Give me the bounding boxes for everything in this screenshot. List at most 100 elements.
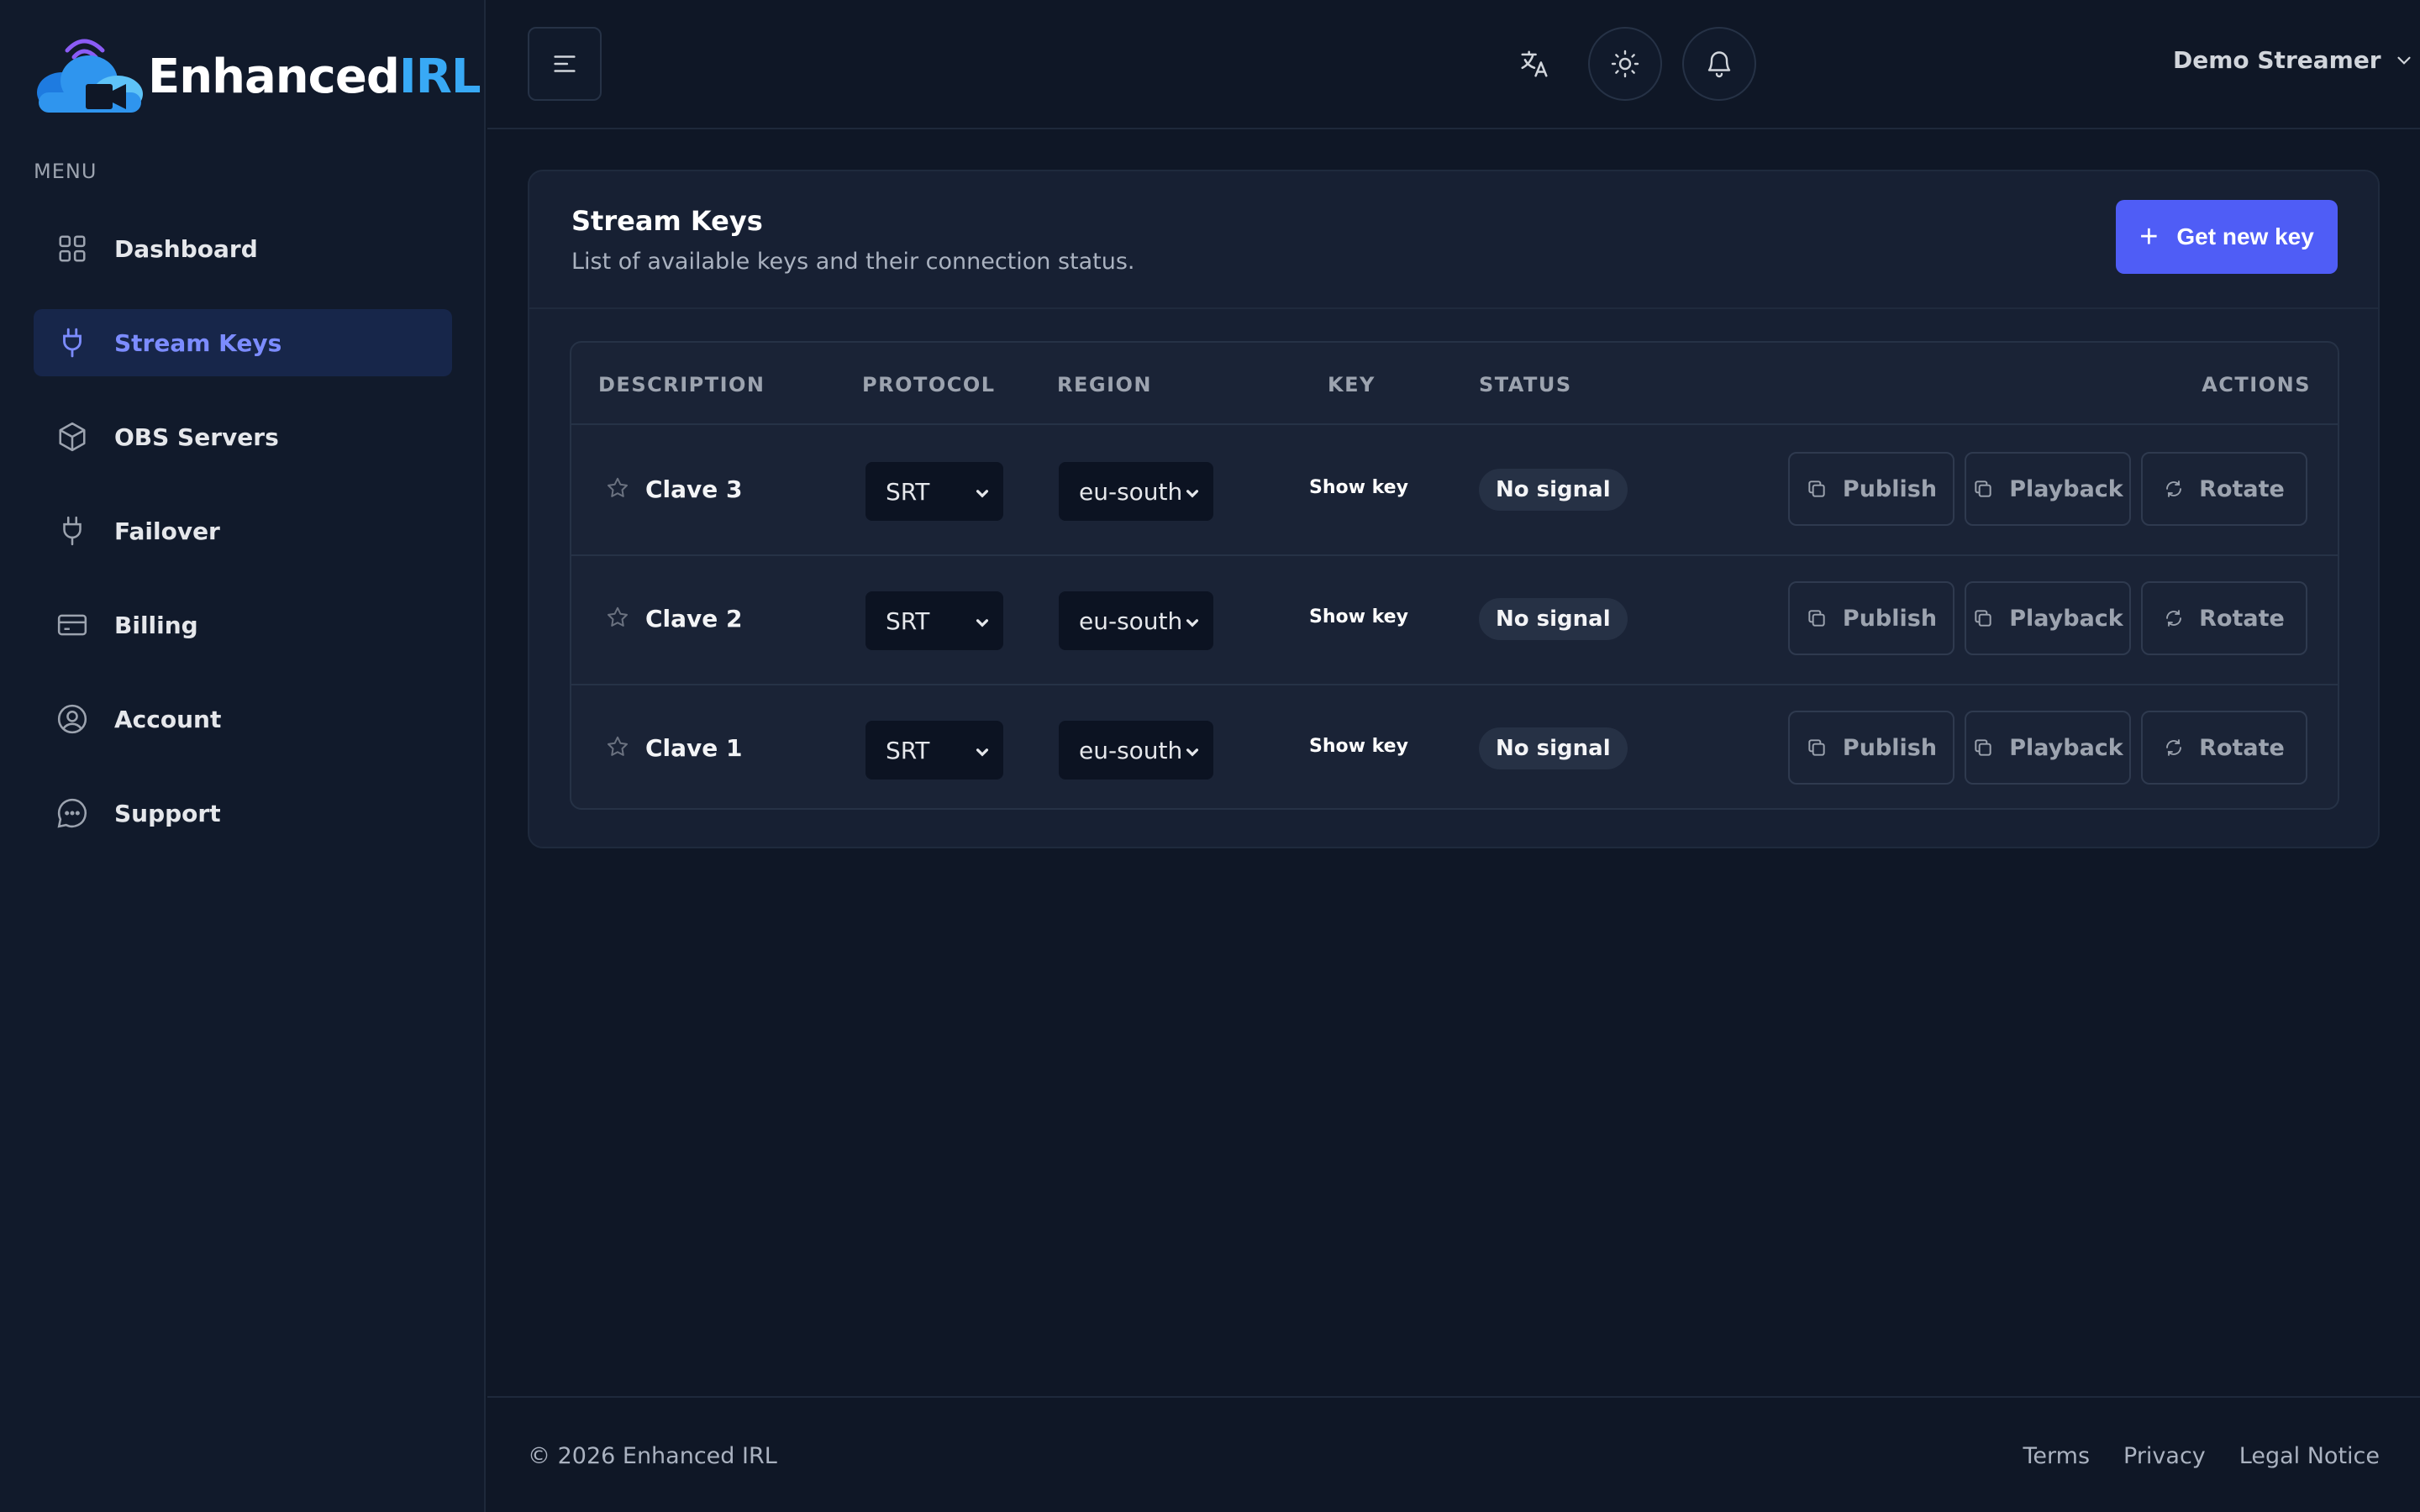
footer-link-legal-notice[interactable]: Legal Notice (2239, 1443, 2380, 1469)
stream-keys-card: Stream Keys List of available keys and t… (528, 170, 2380, 848)
plug-icon (55, 326, 89, 360)
footer-link-privacy[interactable]: Privacy (2123, 1443, 2206, 1469)
copy-icon (1975, 610, 1991, 627)
page-subtitle: List of available keys and their connect… (571, 249, 1135, 275)
refresh-icon (2166, 610, 2182, 627)
copy-icon (1808, 739, 1825, 756)
theme-toggle-button[interactable] (1588, 27, 1662, 101)
playback-label: Playback (2009, 475, 2123, 502)
playback-button[interactable]: Playback (1965, 581, 2131, 655)
show-key-button[interactable]: Show key (1309, 736, 1408, 757)
region-select[interactable]: eu-south (1059, 462, 1213, 521)
publish-button[interactable]: Publish (1788, 452, 1954, 526)
plus-icon: + (2139, 219, 2159, 255)
sidebar-item-support[interactable]: Support (34, 780, 452, 847)
publish-label: Publish (1842, 605, 1938, 632)
box-icon (55, 420, 89, 454)
chevron-down-icon (976, 619, 989, 627)
user-name: Demo Streamer (2173, 46, 2381, 74)
sidebar: EnhancedIRL MENU Dashboard Stream Keys O… (0, 0, 486, 1512)
credit-card-icon (55, 608, 89, 642)
playback-button[interactable]: Playback (1965, 711, 2131, 785)
sidebar-item-billing[interactable]: Billing (34, 591, 452, 659)
sidebar-item-stream-keys[interactable]: Stream Keys (34, 309, 452, 376)
region-value: eu-south (1079, 477, 1183, 506)
brand-logo[interactable]: EnhancedIRL (34, 25, 481, 118)
sidebar-item-label: OBS Servers (114, 423, 279, 451)
sidebar-nav: Dashboard Stream Keys OBS Servers Failov… (34, 215, 452, 874)
rotate-button[interactable]: Rotate (2141, 711, 2307, 785)
table-row: Clave 1 SRT eu-south Show key No signal … (571, 685, 2338, 808)
plug-icon (55, 514, 89, 548)
star-icon[interactable] (605, 734, 630, 759)
show-key-button[interactable]: Show key (1309, 606, 1408, 627)
rotate-label: Rotate (2199, 475, 2285, 502)
sidebar-item-failover[interactable]: Failover (34, 497, 452, 564)
refresh-icon (2166, 480, 2182, 497)
chevron-down-icon (976, 490, 989, 498)
user-circle-icon (55, 702, 89, 736)
get-new-key-button[interactable]: + Get new key (2116, 200, 2338, 274)
playback-button[interactable]: Playback (1965, 452, 2131, 526)
star-icon[interactable] (605, 605, 630, 630)
protocol-select[interactable]: SRT (865, 462, 1003, 521)
column-header-protocol: PROTOCOL (862, 373, 996, 396)
notifications-button[interactable] (1682, 27, 1756, 101)
footer-links: Terms Privacy Legal Notice (1990, 1443, 2381, 1469)
page-footer: © 2026 Enhanced IRL Terms Privacy Legal … (487, 1396, 2420, 1512)
key-description: Clave 2 (645, 605, 743, 633)
rotate-button[interactable]: Rotate (2141, 452, 2307, 526)
brand-name: EnhancedIRL (148, 49, 481, 104)
publish-label: Publish (1842, 475, 1938, 502)
copy-icon (1808, 610, 1825, 627)
table-row: Clave 3 SRT eu-south Show key No signal … (571, 427, 2338, 556)
region-select[interactable]: eu-south (1059, 591, 1213, 650)
column-header-status: STATUS (1479, 373, 1572, 396)
user-menu[interactable]: Demo Streamer (2173, 46, 2415, 74)
publish-button[interactable]: Publish (1788, 711, 1954, 785)
menu-label: MENU (34, 160, 97, 183)
footer-link-terms[interactable]: Terms (2023, 1443, 2091, 1469)
region-select[interactable]: eu-south (1059, 721, 1213, 780)
region-value: eu-south (1079, 606, 1183, 635)
sidebar-item-label: Billing (114, 611, 198, 639)
column-header-key: KEY (1328, 373, 1376, 396)
menu-toggle-button[interactable] (528, 27, 602, 101)
show-key-button[interactable]: Show key (1309, 477, 1408, 498)
table-header: DESCRIPTION PROTOCOL REGION KEY STATUS A… (571, 343, 2338, 425)
chevron-down-icon (2397, 56, 2411, 65)
publish-button[interactable]: Publish (1788, 581, 1954, 655)
page-title: Stream Keys (571, 205, 763, 237)
translate-icon (1521, 50, 1548, 77)
column-header-region: REGION (1057, 373, 1152, 396)
protocol-value: SRT (886, 477, 930, 506)
star-icon[interactable] (605, 475, 630, 501)
stream-keys-table: DESCRIPTION PROTOCOL REGION KEY STATUS A… (570, 341, 2339, 810)
sidebar-item-obs-servers[interactable]: OBS Servers (34, 403, 452, 470)
grid-icon (55, 232, 89, 265)
sun-icon (1611, 50, 1639, 78)
key-description: Clave 1 (645, 734, 743, 762)
language-button[interactable] (1497, 27, 1571, 101)
status-badge: No signal (1479, 598, 1628, 640)
column-header-description: DESCRIPTION (598, 373, 765, 396)
region-value: eu-south (1079, 736, 1183, 764)
card-header: Stream Keys List of available keys and t… (529, 171, 2378, 309)
protocol-select[interactable]: SRT (865, 721, 1003, 780)
copy-icon (1808, 480, 1825, 497)
chevron-down-icon (1186, 748, 1199, 757)
copyright-text: © 2026 Enhanced IRL (528, 1443, 777, 1469)
sidebar-item-label: Support (114, 799, 221, 827)
sidebar-item-account[interactable]: Account (34, 685, 452, 753)
status-badge: No signal (1479, 469, 1628, 511)
chevron-down-icon (1186, 490, 1199, 498)
rotate-button[interactable]: Rotate (2141, 581, 2307, 655)
sidebar-item-label: Failover (114, 517, 220, 545)
refresh-icon (2166, 739, 2182, 756)
status-badge: No signal (1479, 727, 1628, 769)
protocol-select[interactable]: SRT (865, 591, 1003, 650)
cloud-camera-logo-icon (34, 25, 146, 118)
menu-icon (554, 55, 576, 72)
protocol-value: SRT (886, 606, 930, 635)
sidebar-item-dashboard[interactable]: Dashboard (34, 215, 452, 282)
